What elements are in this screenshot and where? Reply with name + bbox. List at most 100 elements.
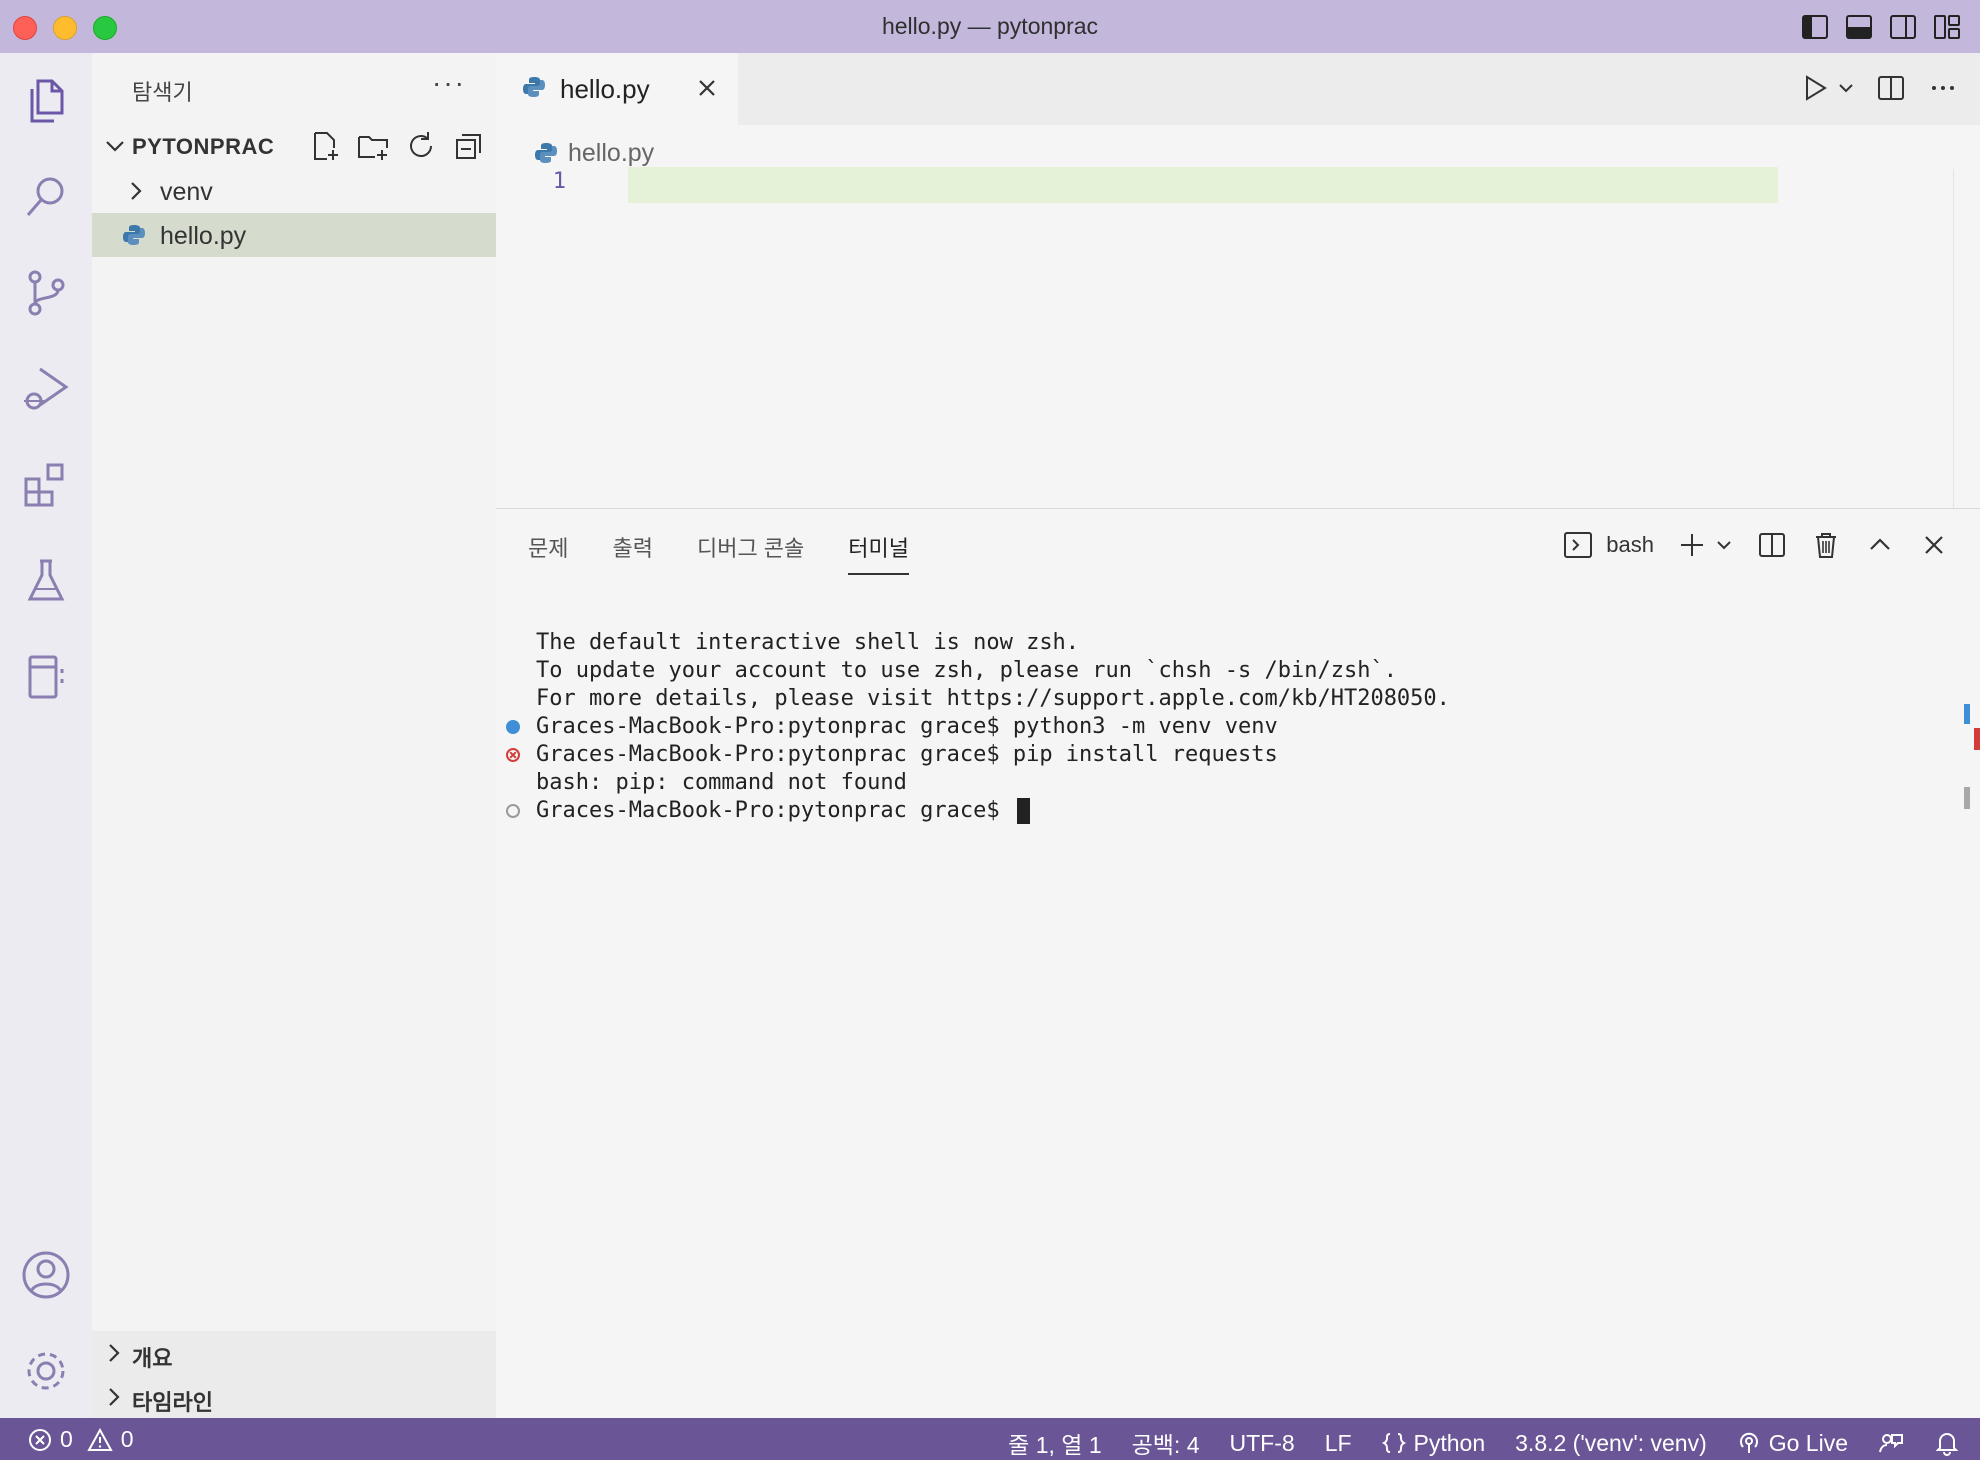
chevron-down-icon[interactable] bbox=[1714, 535, 1734, 555]
refresh-icon[interactable] bbox=[404, 129, 438, 163]
toggle-panel-icon[interactable] bbox=[1844, 12, 1874, 42]
tab-debug-console[interactable]: 디버그 콘솔 bbox=[697, 531, 804, 575]
cursor-position[interactable]: 줄 1, 열 1 bbox=[1008, 1426, 1101, 1460]
command-error-icon[interactable] bbox=[506, 748, 520, 762]
terminal-output[interactable]: The default interactive shell is now zsh… bbox=[506, 629, 1450, 825]
more-actions-icon[interactable] bbox=[1926, 71, 1960, 105]
split-editor-icon[interactable] bbox=[1874, 71, 1908, 105]
language-mode[interactable]: Python bbox=[1381, 1429, 1486, 1457]
add-terminal-icon[interactable] bbox=[1676, 529, 1708, 561]
toggle-primary-sidebar-icon[interactable] bbox=[1800, 12, 1830, 42]
language-label: Python bbox=[1413, 1429, 1486, 1456]
tree-item-label: hello.py bbox=[160, 222, 247, 250]
terminal-shell-name[interactable]: bash bbox=[1606, 532, 1654, 558]
tree-item-hello-py[interactable]: hello.py bbox=[92, 213, 496, 257]
customize-layout-icon[interactable] bbox=[1932, 12, 1962, 42]
bell-icon[interactable] bbox=[1934, 1430, 1960, 1456]
braces-icon bbox=[1381, 1433, 1406, 1453]
editor-area: hello.py hello.py 1 bbox=[496, 53, 1980, 509]
command-pending-icon[interactable] bbox=[506, 804, 520, 818]
terminal-command-line: Graces-MacBook-Pro:pytonprac grace$ pyth… bbox=[506, 713, 1450, 741]
editor-scrollbar[interactable] bbox=[1953, 169, 1980, 509]
terminal-line-text: Graces-MacBook-Pro:pytonprac grace$ bbox=[536, 798, 1013, 823]
python-file-icon bbox=[535, 143, 557, 163]
activity-bar bbox=[0, 53, 92, 1418]
terminal-cursor bbox=[1016, 798, 1030, 824]
search-icon bbox=[26, 177, 64, 216]
panel-actions: bash bbox=[1562, 529, 1950, 561]
close-icon[interactable] bbox=[692, 73, 722, 103]
status-right: 줄 1, 열 1 공백: 4 UTF-8 LF Python 3.8.2 ('v… bbox=[1008, 1426, 1960, 1460]
breadcrumb-file[interactable]: hello.py bbox=[568, 139, 654, 168]
search-button[interactable] bbox=[16, 167, 76, 227]
manage-button[interactable] bbox=[16, 1341, 76, 1401]
outline-section[interactable]: 개요 bbox=[92, 1331, 496, 1375]
account-icon bbox=[22, 1251, 70, 1299]
trash-icon[interactable] bbox=[1810, 529, 1842, 561]
indentation-status[interactable]: 공백: 4 bbox=[1132, 1426, 1200, 1460]
go-live-button[interactable]: Go Live bbox=[1737, 1430, 1848, 1457]
new-folder-icon[interactable] bbox=[356, 129, 390, 163]
status-bar: 0 0 줄 1, 열 1 공백: 4 UTF-8 LF Python 3.8.2… bbox=[0, 1418, 1980, 1460]
split-terminal-icon[interactable] bbox=[1756, 529, 1788, 561]
run-debug-icon bbox=[24, 367, 69, 410]
terminal-line: The default interactive shell is now zsh… bbox=[536, 630, 1080, 655]
testing-button[interactable] bbox=[16, 551, 76, 611]
warning-icon bbox=[87, 1427, 113, 1451]
chevron-down-icon[interactable] bbox=[1836, 78, 1856, 98]
source-control-icon bbox=[28, 270, 65, 316]
tree-item-label: venv bbox=[160, 178, 213, 206]
eol-status[interactable]: LF bbox=[1325, 1430, 1352, 1457]
broadcast-icon bbox=[1739, 1432, 1758, 1453]
editor-tab-bar: hello.py bbox=[496, 53, 1980, 125]
gear-icon bbox=[27, 1352, 65, 1390]
close-icon[interactable] bbox=[1918, 529, 1950, 561]
warning-count: 0 bbox=[120, 1426, 134, 1452]
notebook-icon bbox=[28, 655, 64, 699]
tree-item-venv[interactable]: venv bbox=[92, 169, 496, 213]
python-interpreter[interactable]: 3.8.2 ('venv': venv) bbox=[1515, 1430, 1707, 1457]
folder-header[interactable]: PYTONPRAC bbox=[92, 125, 496, 167]
chevron-up-icon[interactable] bbox=[1864, 529, 1896, 561]
editor-actions bbox=[1798, 71, 1960, 105]
run-debug-button[interactable] bbox=[16, 359, 76, 419]
command-success-icon[interactable] bbox=[506, 720, 520, 734]
extensions-button[interactable] bbox=[16, 455, 76, 515]
layout-controls bbox=[1800, 12, 1962, 42]
bottom-panel: 문제 출력 디버그 콘솔 터미널 bash The default intera… bbox=[496, 508, 1980, 1419]
run-icon[interactable] bbox=[1798, 71, 1832, 105]
chevron-right-icon bbox=[131, 182, 142, 200]
current-line-highlight[interactable] bbox=[628, 167, 1778, 203]
problems-status[interactable]: 0 0 bbox=[28, 1426, 134, 1453]
chevron-right-icon bbox=[109, 1388, 120, 1406]
terminal-icon[interactable] bbox=[1562, 529, 1594, 561]
files-icon bbox=[30, 79, 64, 123]
encoding-status[interactable]: UTF-8 bbox=[1230, 1430, 1295, 1457]
error-count: 0 bbox=[60, 1426, 73, 1452]
outline-label: 개요 bbox=[132, 1346, 173, 1371]
folder-actions bbox=[308, 129, 486, 163]
new-file-icon[interactable] bbox=[308, 129, 342, 163]
timeline-section[interactable]: 타임라인 bbox=[92, 1375, 496, 1419]
collapse-all-icon[interactable] bbox=[452, 129, 486, 163]
editor-tab-hello-py[interactable]: hello.py bbox=[496, 53, 738, 125]
sidebar-more-button[interactable]: ··· bbox=[432, 67, 466, 99]
tab-problems[interactable]: 문제 bbox=[528, 531, 568, 575]
explorer-button[interactable] bbox=[16, 71, 76, 131]
terminal-line: For more details, please visit https://s… bbox=[536, 686, 1450, 711]
toggle-secondary-sidebar-icon[interactable] bbox=[1888, 12, 1918, 42]
scrollbar-error-marker bbox=[1974, 728, 1980, 750]
feedback-icon[interactable] bbox=[1878, 1430, 1904, 1456]
flask-icon bbox=[27, 559, 65, 601]
accounts-button[interactable] bbox=[16, 1245, 76, 1305]
terminal-prompt-line: Graces-MacBook-Pro:pytonprac grace$ bbox=[506, 797, 1450, 825]
chevron-down-icon bbox=[106, 141, 124, 152]
notebook-button[interactable] bbox=[16, 647, 76, 707]
tab-output[interactable]: 출력 bbox=[612, 531, 652, 575]
python-file-icon bbox=[123, 225, 145, 245]
terminal-command-line: Graces-MacBook-Pro:pytonprac grace$ pip … bbox=[506, 741, 1450, 769]
source-control-button[interactable] bbox=[16, 263, 76, 323]
terminal-line-text: Graces-MacBook-Pro:pytonprac grace$ pip … bbox=[536, 742, 1278, 767]
tab-terminal[interactable]: 터미널 bbox=[848, 531, 910, 575]
scrollbar-success-marker bbox=[1964, 704, 1970, 724]
